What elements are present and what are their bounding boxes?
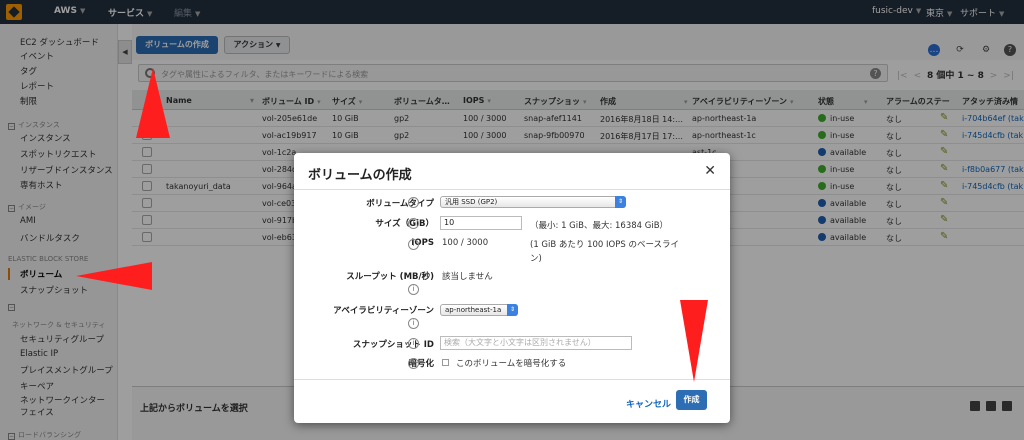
arrow-to-volumes-menu [76,262,152,290]
arrow-to-create-confirm [680,300,708,382]
annotation-arrows [76,68,708,382]
arrow-to-create-button [136,68,170,138]
